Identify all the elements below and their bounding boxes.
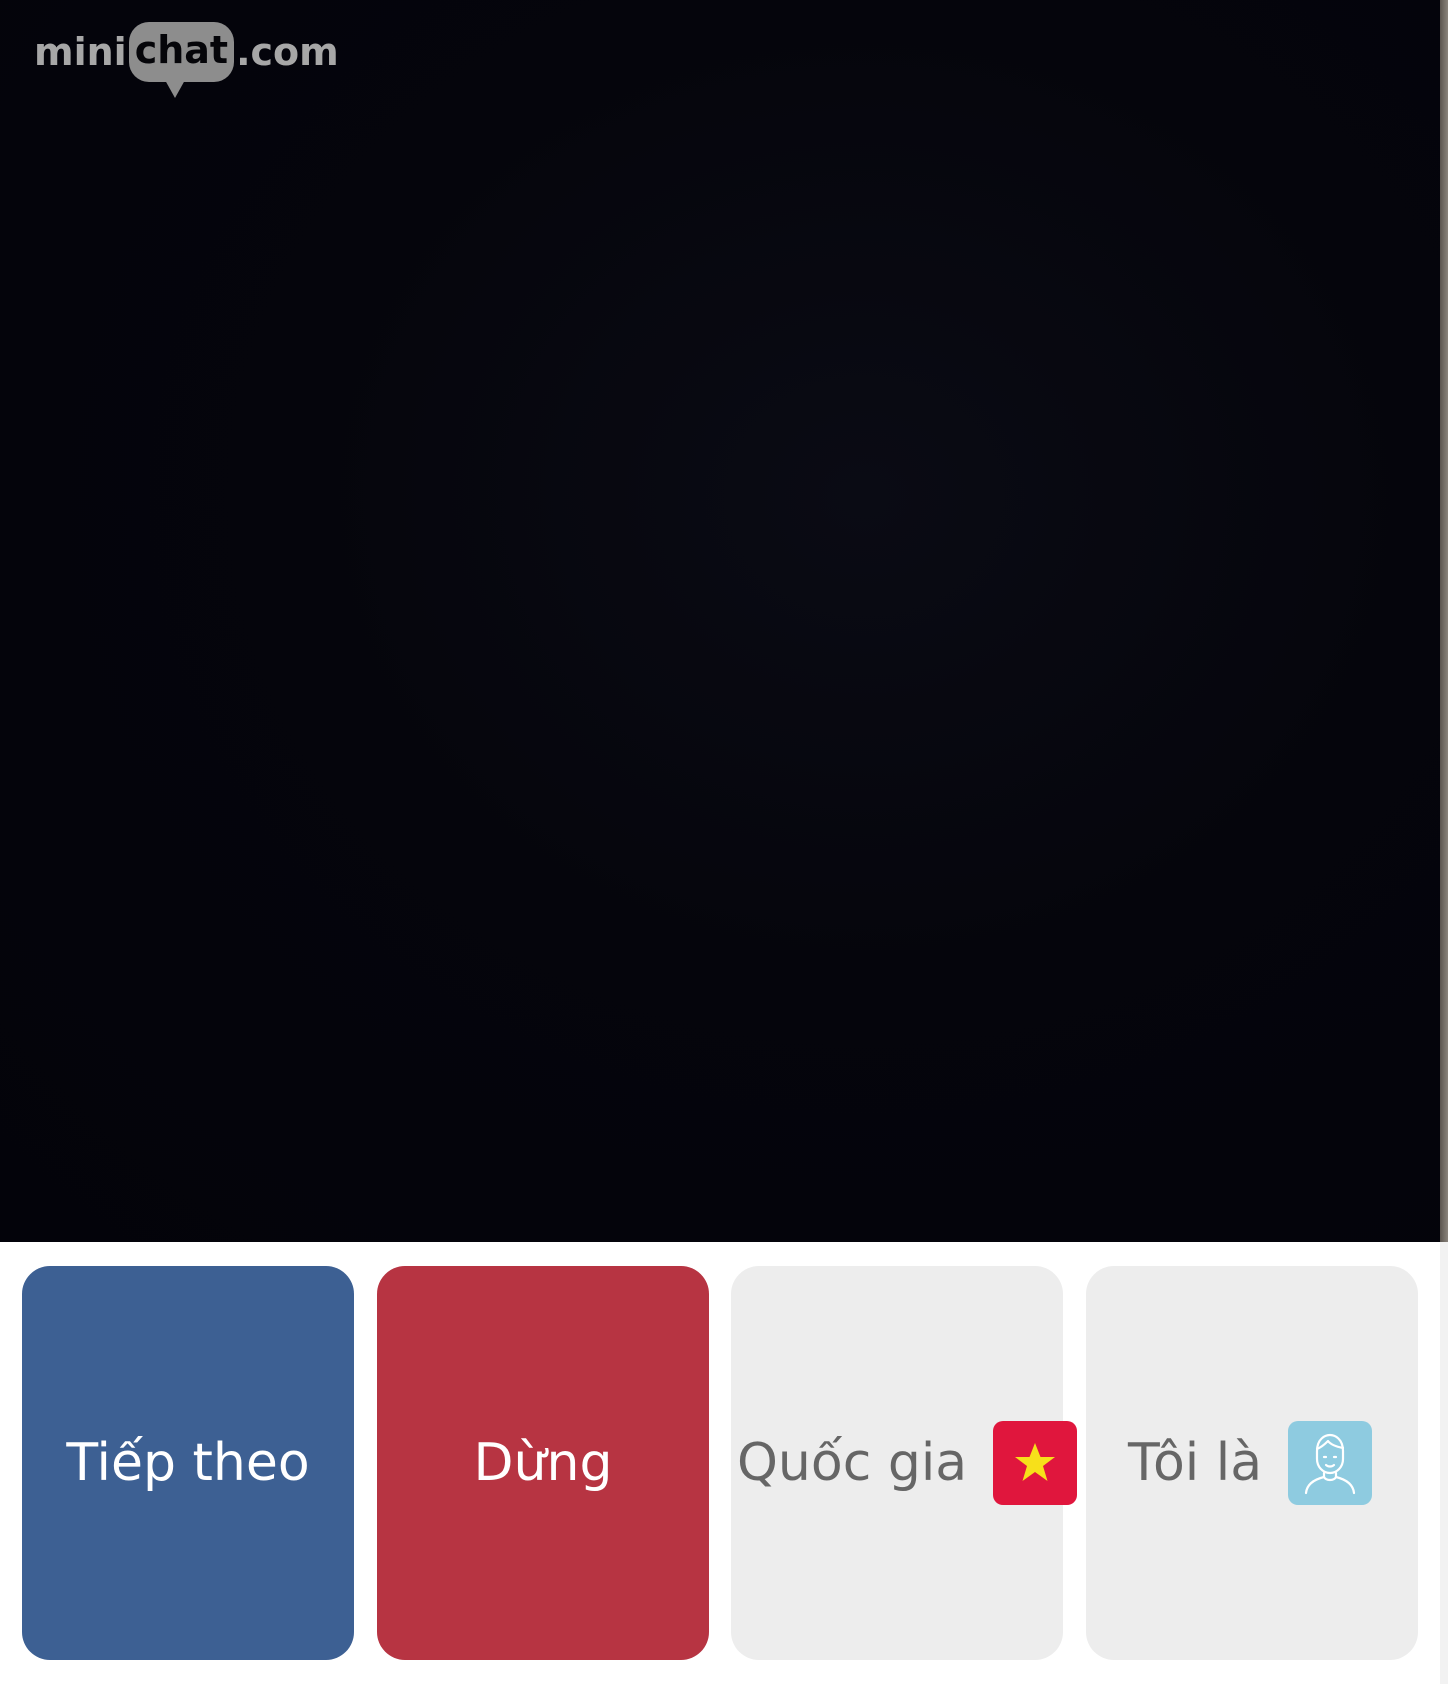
flag-star-icon	[1015, 1443, 1056, 1481]
logo-bubble-word: chat	[134, 28, 229, 72]
next-button-label: Tiếp theo	[66, 1433, 310, 1493]
logo-prefix: mini	[34, 30, 127, 74]
vietnam-flag-icon	[993, 1421, 1078, 1505]
window-edge	[1440, 0, 1448, 1242]
country-selector-label: Quốc gia	[737, 1433, 968, 1493]
control-bar: Tiếp theo Dừng Quốc gia Tôi là	[0, 1242, 1440, 1684]
minichat-logo: mini chat .com	[34, 12, 339, 98]
country-selector-button[interactable]: Quốc gia	[731, 1266, 1078, 1660]
stop-button-label: Dừng	[473, 1433, 613, 1493]
person-outline-icon	[1304, 1433, 1356, 1495]
logo-speech-bubble: chat	[128, 22, 235, 98]
gender-selector-button[interactable]: Tôi là	[1086, 1266, 1418, 1660]
gender-selector-label: Tôi là	[1128, 1433, 1263, 1493]
logo-suffix: .com	[236, 30, 339, 74]
video-feed: mini chat .com	[0, 0, 1440, 1242]
male-avatar-icon	[1288, 1421, 1373, 1505]
next-button[interactable]: Tiếp theo	[22, 1266, 354, 1660]
stop-button[interactable]: Dừng	[377, 1266, 709, 1660]
window-edge-lower	[1440, 1242, 1448, 1684]
